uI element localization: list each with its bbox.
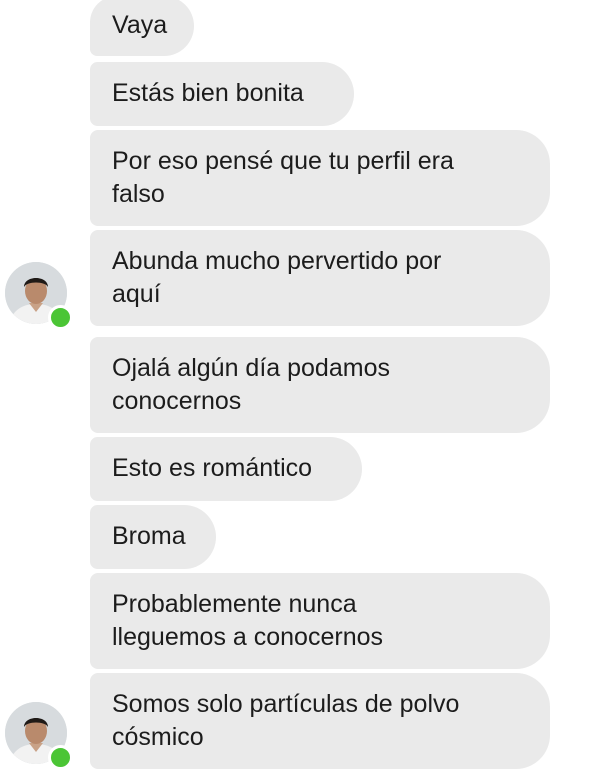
- online-status-indicator: [48, 745, 73, 770]
- message-bubble[interactable]: Por eso pensé que tu perfil era falso: [90, 130, 550, 226]
- message-bubble[interactable]: Abunda mucho pervertido por aquí: [90, 230, 550, 326]
- message-bubble[interactable]: Somos solo partículas de polvo cósmico: [90, 673, 550, 769]
- online-status-indicator: [48, 305, 73, 330]
- message-bubble[interactable]: Probablemente nunca lleguemos a conocern…: [90, 573, 550, 669]
- message-bubble[interactable]: Broma: [90, 505, 216, 569]
- message-bubble[interactable]: Estás bien bonita: [90, 62, 354, 126]
- message-bubble[interactable]: Esto es romántico: [90, 437, 362, 501]
- message-bubble[interactable]: Ojalá algún día podamos conocernos: [90, 337, 550, 433]
- message-bubble[interactable]: Vaya: [90, 0, 194, 56]
